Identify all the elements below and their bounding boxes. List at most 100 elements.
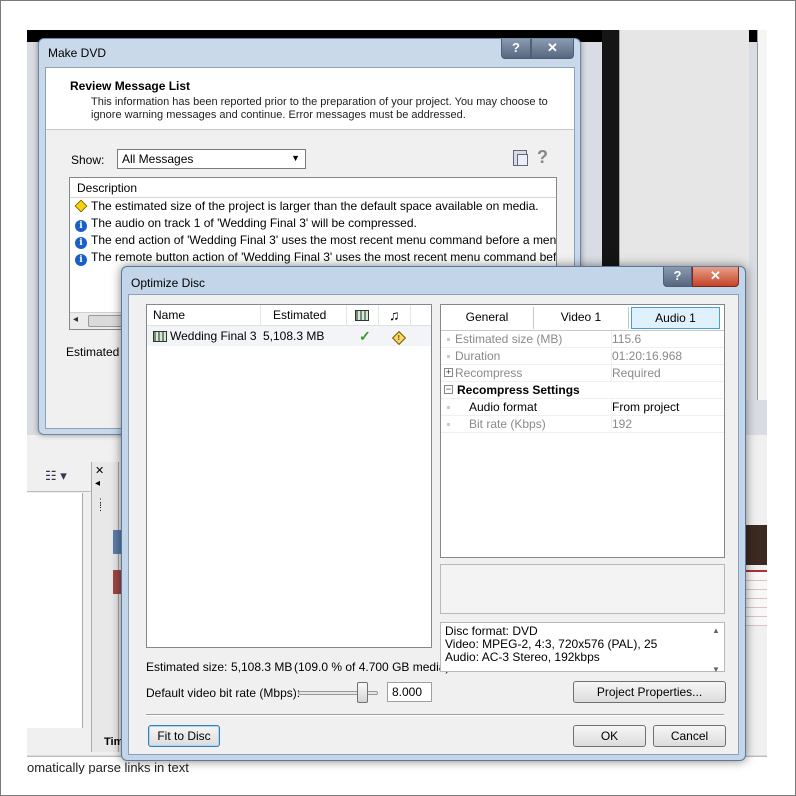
property-row[interactable]: + Recompress Required	[441, 365, 724, 382]
pin-icon[interactable]: ◂	[95, 478, 100, 489]
show-label: Show:	[71, 153, 105, 167]
row-name: Wedding Final 3	[170, 329, 257, 343]
track-audio-control[interactable]	[113, 570, 121, 594]
message-text: The end action of 'Wedding Final 3' uses…	[91, 233, 557, 247]
bullet-icon	[447, 355, 450, 358]
tab-video-1[interactable]: Video 1	[534, 307, 629, 329]
film-icon	[153, 331, 167, 342]
property-row[interactable]: Duration 01:20:16.968	[441, 348, 724, 365]
page-title: Review Message List	[70, 79, 191, 93]
copy-icon[interactable]	[513, 150, 528, 166]
property-group-name: Recompress Settings	[457, 383, 580, 397]
info-icon: i	[75, 237, 87, 249]
estimated-size-label: Estimated size:	[146, 660, 228, 674]
close-icon[interactable]: ✕	[95, 464, 104, 477]
property-value: 01:20:16.968	[611, 348, 683, 365]
message-text: The estimated size of the project is lar…	[91, 199, 539, 213]
bg-right-scrollbar[interactable]	[757, 30, 767, 400]
property-description-box	[440, 564, 725, 614]
bg-explorer-pane	[27, 493, 83, 728]
help-icon[interactable]: ?	[537, 147, 548, 168]
scroll-left-icon[interactable]: ◂	[73, 314, 78, 325]
grip-icon[interactable]: ⋮ ⋮	[96, 498, 105, 512]
row-name-cell: Wedding Final 3	[153, 326, 257, 346]
column-header-name[interactable]: Name	[147, 305, 261, 326]
divider	[146, 714, 724, 716]
estimated-size-row: Estimated size: 5,108.3 MB (109.0 % of 4…	[146, 660, 449, 674]
help-button[interactable]: ?	[501, 39, 531, 59]
tab-bar: General Video 1 Audio 1	[441, 305, 724, 331]
bitrate-input[interactable]: 8.000	[387, 682, 432, 702]
expand-icon[interactable]: +	[444, 368, 453, 377]
message-text: The audio on track 1 of 'Wedding Final 3…	[91, 216, 417, 230]
estimated-size-percent: (109.0 % of 4.700 GB media)	[294, 660, 450, 674]
bg-clip-thumbnail	[745, 525, 767, 565]
collapse-icon[interactable]: −	[444, 385, 453, 394]
film-icon	[355, 310, 369, 321]
tab-general[interactable]: General	[441, 307, 534, 329]
bitrate-slider-handle[interactable]	[356, 682, 368, 703]
show-filter-value: All Messages	[122, 152, 194, 166]
column-header-video[interactable]	[347, 305, 379, 326]
optimize-body: Name Estimated Size ♫ Wedding Final 3 5,…	[128, 294, 739, 755]
list-item[interactable]: i The audio on track 1 of 'Wedding Final …	[70, 215, 556, 232]
status-text: omatically parse links in text	[27, 760, 189, 774]
property-value[interactable]: 192	[611, 416, 632, 433]
window-title: Make DVD	[48, 46, 107, 60]
music-note-icon: ♫	[389, 307, 400, 323]
close-button[interactable]: ✕	[692, 267, 739, 287]
track-video-control[interactable]	[113, 530, 121, 554]
row-audio-status: !	[391, 330, 407, 346]
column-header-description[interactable]: Description	[70, 178, 556, 198]
fit-to-disc-button[interactable]: Fit to Disc	[148, 725, 220, 747]
check-icon: ✓	[359, 328, 371, 344]
vertical-scrollbar[interactable]: ▲ ▼	[709, 624, 723, 674]
bg-event-area	[743, 570, 767, 626]
bitrate-label: Default video bit rate (Mbps):	[146, 686, 301, 700]
table-row[interactable]: Wedding Final 3 5,108.3 MB ✓ !	[147, 326, 431, 346]
list-item[interactable]: i The remote button action of 'Wedding Fi…	[70, 249, 556, 266]
estimated-size-value: 5,108.3 MB	[231, 660, 293, 674]
list-item[interactable]: The estimated size of the project is lar…	[70, 198, 556, 215]
cancel-button[interactable]: Cancel	[653, 725, 726, 747]
disc-info-box: Disc format: DVD Video: MPEG-2, 4:3, 720…	[440, 622, 725, 674]
help-button[interactable]: ?	[663, 267, 692, 287]
row-size: 5,108.3 MB	[263, 329, 325, 343]
review-header: Review Message List This information has…	[46, 68, 574, 130]
message-text: The remote button action of 'Wedding Fin…	[91, 250, 557, 264]
property-name: Duration	[455, 349, 501, 363]
warning-icon	[74, 199, 88, 213]
ok-button[interactable]: OK	[573, 725, 646, 747]
file-list[interactable]: Name Estimated Size ♫ Wedding Final 3 5,…	[146, 304, 432, 648]
optimize-disc-window: Optimize Disc ? ✕ Name Estimated Size ♫ …	[121, 266, 746, 761]
property-value: Required	[611, 365, 661, 382]
list-item[interactable]: i The end action of 'Wedding Final 3' use…	[70, 232, 556, 249]
tab-audio-1[interactable]: Audio 1	[631, 307, 720, 329]
property-name: Bit rate (Kbps)	[469, 417, 546, 431]
chevron-down-icon: ▼	[291, 153, 300, 163]
property-value[interactable]: From project	[611, 399, 679, 416]
property-row[interactable]: Estimated size (MB) 115.6	[441, 331, 724, 348]
property-name: Estimated size (MB)	[455, 332, 563, 346]
window-title: Optimize Disc	[131, 276, 206, 290]
column-header-size[interactable]: Estimated Size	[261, 305, 347, 343]
property-row[interactable]: Bit rate (Kbps) 192	[441, 416, 724, 433]
show-filter-select[interactable]: All Messages ▼	[117, 149, 306, 169]
property-row[interactable]: Audio format From project	[441, 399, 724, 416]
property-value: 115.6	[611, 331, 642, 348]
bullet-icon	[447, 406, 450, 409]
property-group[interactable]: − Recompress Settings	[441, 382, 724, 399]
property-name: Audio format	[469, 400, 538, 414]
column-header-audio[interactable]: ♫	[379, 305, 411, 326]
bullet-icon	[447, 338, 450, 341]
info-icon: i	[75, 254, 87, 266]
bullet-icon	[447, 423, 450, 426]
view-icon[interactable]: ☷ ▾	[45, 468, 67, 484]
page-description: This information has been reported prior…	[91, 96, 548, 121]
close-button[interactable]: ✕	[531, 39, 574, 59]
warning-icon: !	[391, 330, 407, 346]
project-properties-button[interactable]: Project Properties...	[573, 681, 726, 703]
properties-panel: General Video 1 Audio 1 Estimated size (…	[440, 304, 725, 558]
file-list-header: Name Estimated Size ♫	[147, 305, 431, 343]
info-icon: i	[75, 220, 87, 232]
